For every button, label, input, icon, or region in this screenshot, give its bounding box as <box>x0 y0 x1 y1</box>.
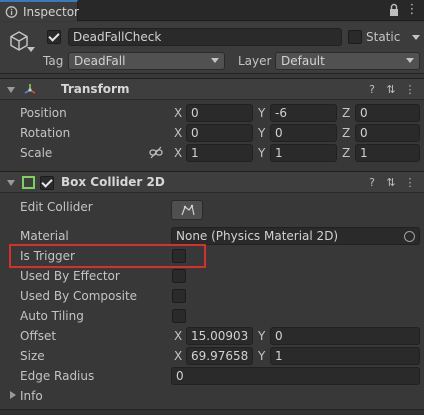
axis-x-label: X <box>174 329 183 343</box>
used-by-effector-label: Used By Effector <box>20 269 120 283</box>
offset-label: Offset <box>20 329 57 343</box>
material-field[interactable]: None (Physics Material 2D) <box>171 227 420 245</box>
chevron-down-icon <box>406 58 414 63</box>
static-checkbox[interactable] <box>348 30 362 44</box>
scale-z-field[interactable]: 1 <box>355 144 420 162</box>
object-header: DeadFallCheck Static Tag DeadFall Layer … <box>0 22 424 74</box>
edit-collider-button[interactable] <box>171 200 203 220</box>
foldout-arrow-icon[interactable] <box>7 87 15 93</box>
position-z-field[interactable]: 0 <box>355 104 420 122</box>
box-collider-title: Box Collider 2D <box>61 175 165 189</box>
tab-bar: Inspector ⋮ <box>0 0 424 21</box>
position-label: Position <box>20 106 67 120</box>
position-y-field[interactable]: -6 <box>270 104 337 122</box>
icon-dropdown-arrow[interactable] <box>27 47 35 52</box>
scale-y-field[interactable]: 1 <box>270 144 337 162</box>
object-picker-icon[interactable] <box>404 231 415 242</box>
component-enabled-checkbox[interactable] <box>40 176 54 190</box>
tab-label: Inspector <box>23 5 79 19</box>
kebab-menu-icon[interactable]: ⋮ <box>404 2 420 18</box>
material-value: None (Physics Material 2D) <box>176 229 339 243</box>
scale-x-field[interactable]: 1 <box>186 144 253 162</box>
box-collider-icon <box>22 176 35 189</box>
axis-z-label: Z <box>342 106 351 120</box>
edit-collider-label: Edit Collider <box>20 200 93 214</box>
chevron-down-icon <box>211 58 219 63</box>
offset-y-field[interactable]: 0 <box>270 327 420 345</box>
tag-label: Tag <box>43 54 64 68</box>
edge-radius-label: Edge Radius <box>20 369 95 383</box>
link-icon[interactable] <box>149 146 163 159</box>
axis-x-label: X <box>174 349 183 363</box>
axis-z-label: Z <box>342 126 351 140</box>
preset-sliders-icon[interactable]: ⇅ <box>384 83 398 97</box>
axis-y-label: Y <box>258 126 266 140</box>
position-x-field[interactable]: 0 <box>186 104 253 122</box>
help-icon[interactable]: ? <box>365 176 379 190</box>
layer-dropdown[interactable]: Default <box>275 52 420 70</box>
axis-x-label: X <box>174 106 183 120</box>
offset-x-field[interactable]: 15.00903 <box>186 327 253 345</box>
kebab-menu-icon[interactable]: ⋮ <box>403 83 417 97</box>
tab-inspector[interactable]: Inspector <box>0 0 79 21</box>
transform-header[interactable]: Transform ? ⇅ ⋮ <box>0 78 424 100</box>
axis-x-label: X <box>174 146 183 160</box>
object-name-field[interactable]: DeadFallCheck <box>68 28 342 46</box>
info-icon <box>5 6 18 18</box>
axis-x-label: X <box>174 126 183 140</box>
axis-z-label: Z <box>342 146 351 160</box>
axis-y-label: Y <box>258 106 266 120</box>
auto-tiling-label: Auto Tiling <box>20 309 84 323</box>
used-by-composite-checkbox[interactable] <box>172 289 186 303</box>
used-by-effector-checkbox[interactable] <box>172 269 186 283</box>
rotation-label: Rotation <box>20 126 71 140</box>
lock-icon[interactable] <box>386 2 402 18</box>
kebab-menu-icon[interactable]: ⋮ <box>403 176 417 190</box>
info-label[interactable]: Info <box>20 389 43 403</box>
size-x-field[interactable]: 69.97658 <box>186 347 253 365</box>
info-foldout-arrow-icon[interactable] <box>10 391 16 399</box>
axis-y-label: Y <box>258 349 266 363</box>
tag-dropdown[interactable]: DeadFall <box>68 52 225 70</box>
rotation-x-field[interactable]: 0 <box>186 124 253 142</box>
edge-radius-field[interactable]: 0 <box>171 367 420 385</box>
box-collider-header[interactable]: Box Collider 2D ? ⇅ ⋮ <box>0 171 424 193</box>
axis-y-label: Y <box>258 146 266 160</box>
layer-value: Default <box>281 54 325 68</box>
static-label: Static <box>366 30 401 44</box>
rotation-z-field[interactable]: 0 <box>355 124 420 142</box>
transform-icon <box>24 84 36 94</box>
axis-y-label: Y <box>258 329 266 343</box>
preset-sliders-icon[interactable]: ⇅ <box>384 176 398 190</box>
material-label: Material <box>20 229 69 243</box>
size-label: Size <box>20 349 45 363</box>
edit-shape-icon <box>181 204 195 216</box>
bottom-divider <box>0 409 424 415</box>
highlight-box <box>9 244 206 268</box>
size-y-field[interactable]: 1 <box>270 347 420 365</box>
tag-value: DeadFall <box>74 54 126 68</box>
help-icon[interactable]: ? <box>365 83 379 97</box>
auto-tiling-checkbox[interactable] <box>172 309 186 323</box>
scale-label: Scale <box>20 146 53 160</box>
rotation-y-field[interactable]: 0 <box>270 124 337 142</box>
used-by-composite-label: Used By Composite <box>20 289 138 303</box>
static-dropdown-arrow[interactable] <box>412 35 420 40</box>
foldout-arrow-icon[interactable] <box>7 180 15 186</box>
active-checkbox[interactable] <box>47 30 61 44</box>
transform-title: Transform <box>61 82 130 96</box>
layer-label: Layer <box>238 54 272 68</box>
